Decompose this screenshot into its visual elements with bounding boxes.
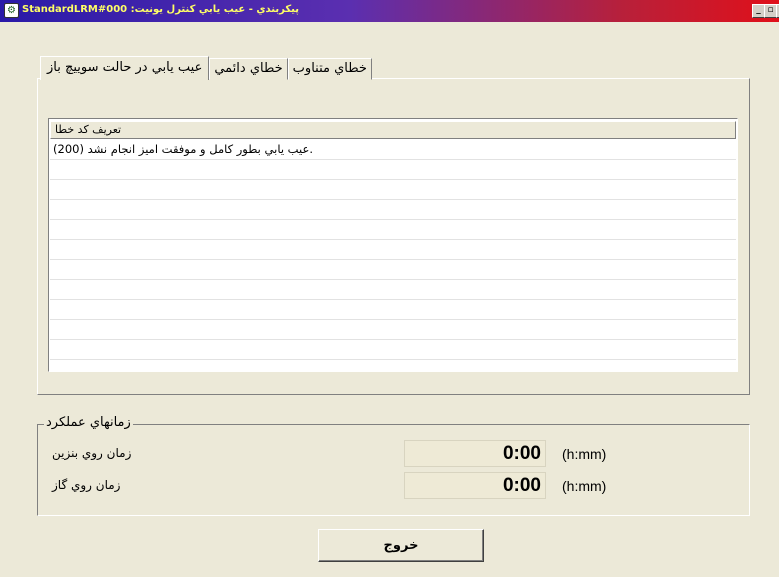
list-item[interactable] [50, 300, 736, 320]
title-bar: ⚙ پيکربندي - عيب يابي کنترل يونيت: Stand… [0, 0, 779, 22]
list-item[interactable] [50, 340, 736, 360]
petrol-time-label: زمان روي بنزين [52, 446, 132, 460]
list-item-text: عيب يابي بطور کامل و موفقت اميز انجام نش… [53, 142, 313, 156]
list-item[interactable]: عيب يابي بطور کامل و موفقت اميز انجام نش… [50, 140, 736, 160]
gas-time-label: زمان روي گاز [52, 478, 121, 492]
tab-permanent-errors[interactable]: خطاي دائمي [209, 58, 288, 80]
list-item[interactable] [50, 180, 736, 200]
list-item[interactable] [50, 220, 736, 240]
list-item[interactable] [50, 260, 736, 280]
petrol-time-unit: (h:mm) [562, 446, 607, 462]
tab-intermittent-errors[interactable]: خطاي متناوب [287, 58, 372, 80]
gas-time-value: 0:00 [404, 472, 546, 499]
list-item[interactable] [50, 200, 736, 220]
list-item[interactable] [50, 280, 736, 300]
exit-button[interactable]: خروج [318, 529, 484, 562]
app-icon[interactable]: ⚙ [4, 3, 19, 18]
list-item[interactable] [50, 240, 736, 260]
operating-times-title: زمانهاي عملکرد [44, 414, 133, 432]
column-header-error-definition[interactable]: تعريف کد خطا [50, 121, 736, 139]
petrol-time-value: 0:00 [404, 440, 546, 467]
tab-strip: عيب يابي در حالت سوييچ باز خطاي دائمي خط… [40, 56, 372, 80]
tab-switch-open-diagnostics[interactable]: عيب يابي در حالت سوييچ باز [40, 56, 210, 80]
list-item[interactable] [50, 160, 736, 180]
window-title: پيکربندي - عيب يابي کنترل يونيت: Standar… [22, 4, 300, 15]
operating-times-group [37, 424, 750, 516]
list-item[interactable] [50, 320, 736, 340]
column-header-label: تعريف کد خطا [55, 123, 122, 136]
error-list[interactable]: تعريف کد خطا عيب يابي بطور کامل و موفقت … [48, 118, 738, 372]
gas-time-unit: (h:mm) [562, 478, 607, 494]
